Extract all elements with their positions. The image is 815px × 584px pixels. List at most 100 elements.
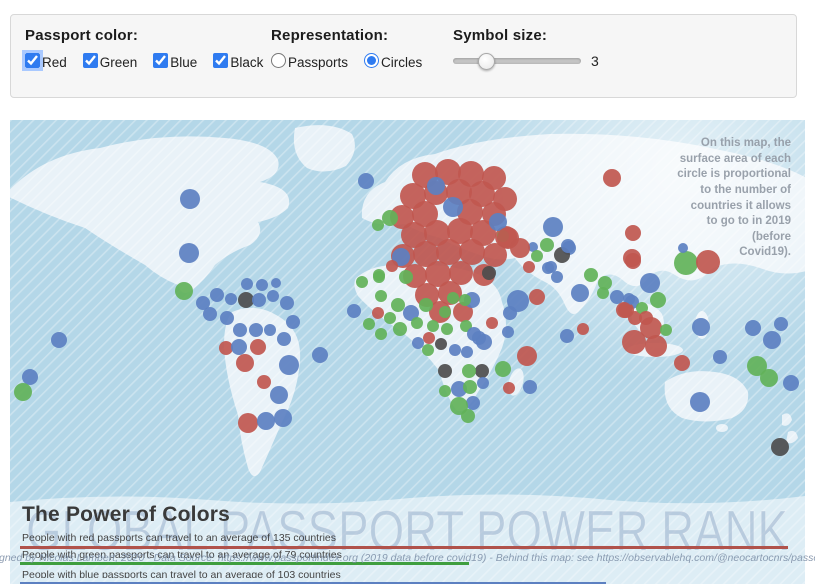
black-checkbox[interactable] [213,53,228,68]
country-circle[interactable] [249,323,263,337]
country-circle[interactable] [610,290,624,304]
country-circle[interactable] [241,278,253,290]
passports-radio[interactable] [271,53,286,68]
country-circle[interactable] [560,329,574,343]
country-circle[interactable] [462,364,476,378]
country-circle[interactable] [175,282,193,300]
country-circle[interactable] [463,380,477,394]
country-circle[interactable] [250,339,266,355]
country-circle[interactable] [373,269,385,281]
country-circle[interactable] [443,197,463,217]
country-circle[interactable] [459,294,471,306]
country-circle[interactable] [419,298,433,312]
country-circle[interactable] [441,323,453,335]
country-circle[interactable] [238,413,258,433]
red-checkbox[interactable] [25,53,40,68]
country-circle[interactable] [545,261,557,273]
black-checkbox-option[interactable]: Black [213,53,263,70]
country-circle[interactable] [439,306,451,318]
country-circle[interactable] [279,355,299,375]
country-circle[interactable] [274,409,292,427]
country-circle[interactable] [622,330,646,354]
country-circle[interactable] [238,292,254,308]
country-circle[interactable] [674,355,690,371]
country-circle[interactable] [312,347,328,363]
country-circle[interactable] [22,369,38,385]
country-circle[interactable] [356,276,368,288]
country-circle[interactable] [391,298,405,312]
country-circle[interactable] [543,217,563,237]
country-circle[interactable] [427,320,439,332]
country-circle[interactable] [257,375,271,389]
country-circle[interactable] [551,271,563,283]
country-circle[interactable] [531,250,543,262]
country-circle[interactable] [393,322,407,336]
country-circle[interactable] [529,289,545,305]
country-circle[interactable] [449,344,461,356]
country-circle[interactable] [713,350,727,364]
country-circle[interactable] [660,324,672,336]
country-circle[interactable] [412,337,424,349]
country-circle[interactable] [466,396,480,410]
country-circle[interactable] [745,320,761,336]
country-circle[interactable] [597,287,609,299]
country-circle[interactable] [645,335,667,357]
country-circle[interactable] [411,317,423,329]
country-circle[interactable] [475,364,489,378]
country-circle[interactable] [510,238,530,258]
country-circle[interactable] [517,346,537,366]
country-circle[interactable] [561,239,575,253]
country-circle[interactable] [231,339,247,355]
country-circle[interactable] [399,270,413,284]
country-circle[interactable] [267,290,279,302]
country-circle[interactable] [210,288,224,302]
country-circle[interactable] [461,409,475,423]
country-circle[interactable] [774,317,788,331]
red-checkbox-option[interactable]: Red [25,53,67,70]
country-circle[interactable] [375,290,387,302]
country-circle[interactable] [427,177,445,195]
country-circle[interactable] [180,189,200,209]
country-circle[interactable] [640,273,660,293]
country-circle[interactable] [476,334,492,350]
world-map[interactable]: GLOBAL PASSPORT POWER RANK On this map, … [10,120,805,584]
country-circle[interactable] [540,238,554,252]
green-checkbox[interactable] [83,53,98,68]
country-circle[interactable] [760,369,778,387]
country-circle[interactable] [523,261,535,273]
blue-checkbox-option[interactable]: Blue [153,53,197,70]
symbol-size-slider[interactable] [453,58,581,64]
country-circle[interactable] [271,278,281,288]
country-circle[interactable] [771,438,789,456]
country-circle[interactable] [459,239,485,265]
country-circle[interactable] [220,311,234,325]
country-circle[interactable] [495,361,511,377]
country-circle[interactable] [286,315,300,329]
country-circle[interactable] [763,331,781,349]
country-circle[interactable] [382,210,398,226]
country-circle[interactable] [439,385,451,397]
country-circle[interactable] [447,292,459,304]
country-circle[interactable] [252,293,266,307]
country-circle[interactable] [502,326,514,338]
country-circle[interactable] [219,341,233,355]
country-circle[interactable] [386,260,398,272]
country-circle[interactable] [375,328,387,340]
country-circle[interactable] [783,375,799,391]
country-circle[interactable] [461,346,473,358]
country-circle[interactable] [422,344,434,356]
green-checkbox-option[interactable]: Green [83,53,138,70]
country-circle[interactable] [523,380,537,394]
country-circle[interactable] [372,307,384,319]
country-circle[interactable] [639,311,653,325]
country-circle[interactable] [179,243,199,263]
blue-checkbox[interactable] [153,53,168,68]
country-circle[interactable] [257,412,275,430]
country-circle[interactable] [438,364,452,378]
country-circle[interactable] [486,317,498,329]
country-circle[interactable] [264,324,276,336]
country-circle[interactable] [372,219,384,231]
country-circle[interactable] [482,266,496,280]
country-circle[interactable] [203,307,217,321]
country-circle[interactable] [616,302,632,318]
